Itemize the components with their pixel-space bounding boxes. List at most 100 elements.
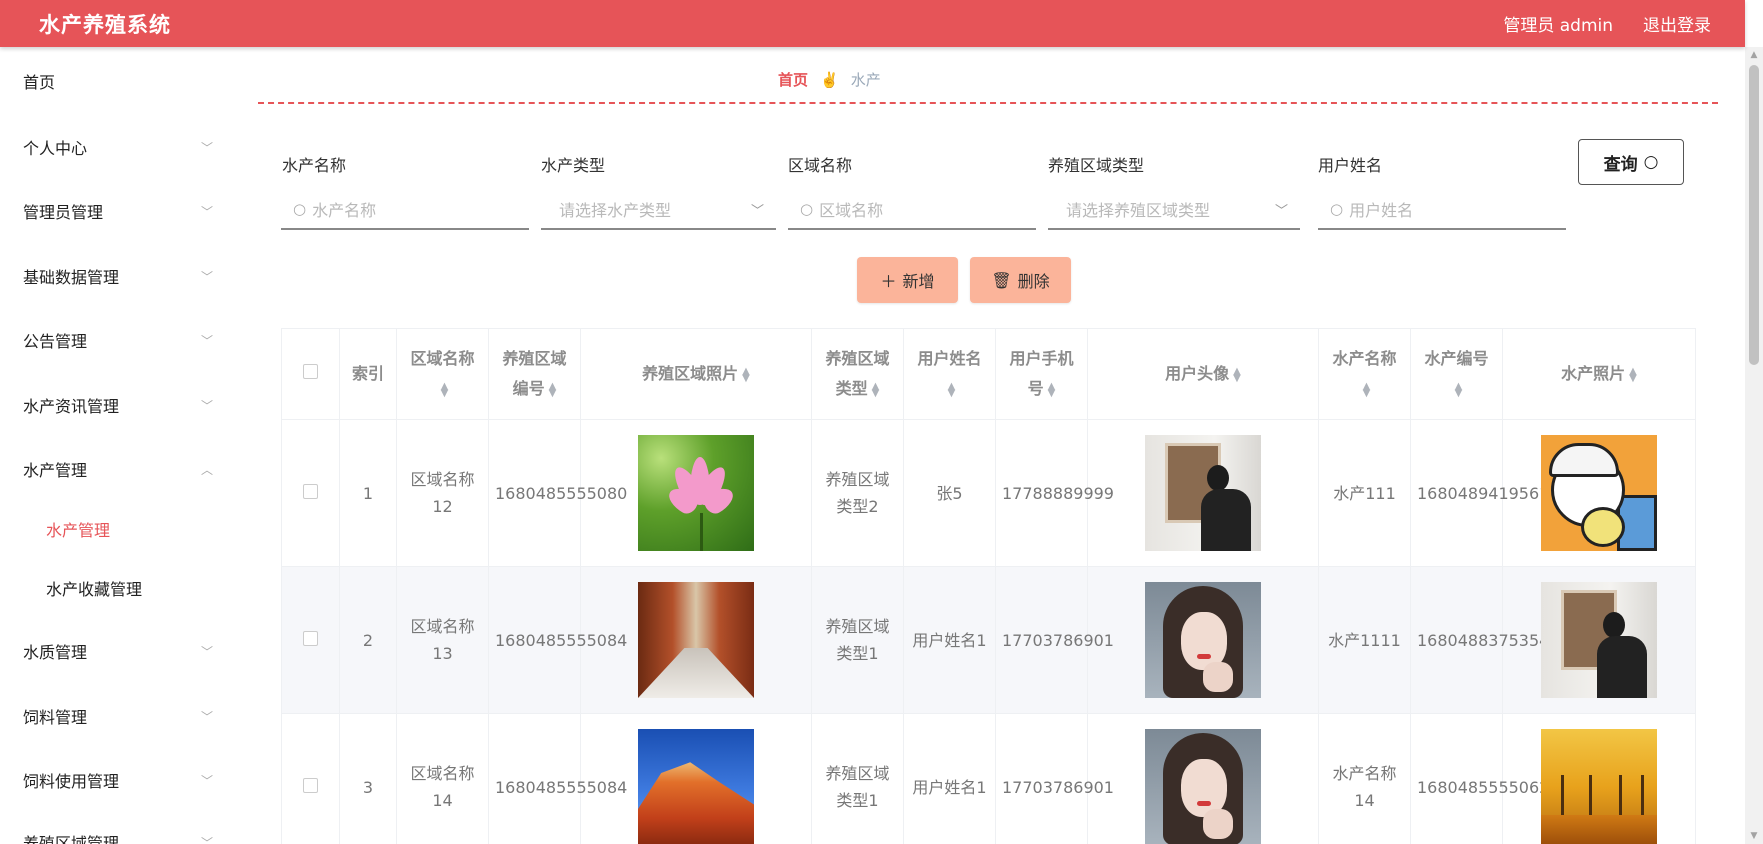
- search-icon: ○: [1330, 200, 1344, 218]
- scroll-down-arrow-icon[interactable]: ▼: [1745, 828, 1763, 844]
- sidebar-item-base-data-management[interactable]: 基础数据管理 ﹀: [23, 264, 213, 288]
- farming-area-type-label: 养殖区域类型: [1048, 156, 1145, 175]
- col-header-aqua-name[interactable]: 水产名称 ▲ ▼: [1318, 328, 1411, 420]
- cell-user-name: 张5: [903, 419, 996, 567]
- sidebar-item-personal-center[interactable]: 个人中心 ﹀: [23, 135, 213, 159]
- girl-portrait-image[interactable]: [1145, 582, 1261, 698]
- col-header-area-photo[interactable]: 养殖区域照片 ▲ ▼: [580, 328, 812, 420]
- farming-area-type-select[interactable]: 请选择养殖区域类型 ﹀: [1048, 190, 1300, 230]
- sidebar-item-aqua-management[interactable]: 水产管理 ︿: [23, 457, 213, 481]
- area-name-input[interactable]: ○ 区域名称: [788, 190, 1036, 230]
- col-header-aqua-photo[interactable]: 水产照片 ▲ ▼: [1502, 328, 1696, 420]
- sidebar-item-label: 首页: [23, 73, 56, 92]
- aqua-name-input[interactable]: ○ 水产名称: [281, 190, 529, 230]
- chevron-up-icon: ︿: [200, 462, 213, 477]
- sort-icon[interactable]: ▲ ▼: [1455, 381, 1463, 398]
- table-row[interactable]: 3 区域名称14 1680485555084 养殖区域类型1 用户姓名1 177…: [281, 713, 1696, 844]
- breadcrumb-divider: [258, 102, 1718, 104]
- cartoon-image[interactable]: [1541, 435, 1657, 551]
- col-header-area-no[interactable]: 养殖区域编号 ▲ ▼: [488, 328, 581, 420]
- sidebar-item-admin-management[interactable]: 管理员管理 ﹀: [23, 199, 213, 223]
- col-header-area-name[interactable]: 区域名称 ▲ ▼: [396, 328, 489, 420]
- select-all-cell[interactable]: [281, 328, 340, 420]
- search-icon: ○: [293, 200, 307, 218]
- cell-avatar: [1087, 419, 1319, 567]
- sort-icon[interactable]: ▲ ▼: [549, 381, 557, 398]
- sidebar-item-home[interactable]: 首页: [23, 69, 213, 93]
- add-button[interactable]: ＋ 新增: [857, 257, 958, 303]
- col-header-user-phone[interactable]: 用户手机号 ▲ ▼: [995, 328, 1088, 420]
- sidebar-item-label: 水产资讯管理: [23, 397, 120, 416]
- sketch-person-image[interactable]: [1145, 435, 1261, 551]
- sort-icon[interactable]: ▲ ▼: [1048, 381, 1056, 398]
- girl-portrait-image[interactable]: [1145, 729, 1261, 844]
- aqua-type-label: 水产类型: [541, 156, 606, 175]
- sidebar-item-feed-usage-management[interactable]: 饲料使用管理 ﹀: [23, 768, 213, 792]
- header-user-area: 管理员 admin 退出登录: [1503, 11, 1711, 36]
- chevron-down-icon: ﹀: [750, 203, 764, 219]
- user-name-input[interactable]: ○ 用户姓名: [1318, 190, 1566, 230]
- chevron-down-icon: ﹀: [200, 773, 213, 788]
- row-checkbox[interactable]: [303, 483, 318, 499]
- sort-icon[interactable]: ▲ ▼: [1363, 381, 1371, 398]
- aqua-type-placeholder: 请选择水产类型: [559, 201, 672, 220]
- scroll-up-arrow-icon[interactable]: ▲: [1745, 47, 1763, 63]
- sort-icon[interactable]: ▲ ▼: [742, 366, 750, 383]
- scrollbar-thumb[interactable]: [1749, 65, 1759, 365]
- area-name-label: 区域名称: [788, 156, 853, 175]
- row-checkbox[interactable]: [303, 630, 318, 646]
- cell-area-no: 1680485555084: [488, 566, 627, 714]
- table-row[interactable]: 1 区域名称12 1680485555080 养殖区域类型2 张5 177888…: [281, 419, 1696, 567]
- top-header: 水产养殖系统 管理员 admin 退出登录: [0, 0, 1745, 47]
- mountain-image[interactable]: [638, 729, 754, 844]
- cell-aqua-no: 1680489419561: [1410, 419, 1549, 567]
- sort-icon[interactable]: ▲ ▼: [948, 381, 956, 398]
- row-select-cell[interactable]: [281, 566, 340, 714]
- sidebar-item-feed-management[interactable]: 饲料管理 ﹀: [23, 704, 213, 728]
- page-scrollbar[interactable]: ▲ ▼: [1745, 47, 1763, 844]
- col-header-aqua-no[interactable]: 水产编号 ▲ ▼: [1410, 328, 1503, 420]
- sort-icon[interactable]: ▲ ▼: [1233, 366, 1241, 383]
- col-header-avatar[interactable]: 用户头像 ▲ ▼: [1087, 328, 1319, 420]
- sketch-person-image[interactable]: [1541, 582, 1657, 698]
- cell-user-name: 用户姓名1: [903, 566, 996, 714]
- sidebar-subitem-aqua-management[interactable]: 水产管理: [46, 517, 110, 541]
- sidebar-item-label: 养殖区域管理: [23, 834, 120, 844]
- query-button[interactable]: 查询 ○: [1578, 139, 1684, 185]
- chevron-down-icon: ﹀: [200, 644, 213, 659]
- chevron-down-icon: ﹀: [200, 269, 213, 284]
- table-header-row: 索引 区域名称 ▲ ▼ 养殖区域编号 ▲ ▼ 养殖区域照片 ▲ ▼ 养殖区域类型 ▲ ▼ 用户姓…: [281, 328, 1696, 420]
- delete-button[interactable]: 🗑 删除: [970, 257, 1071, 303]
- sort-icon[interactable]: ▲ ▼: [441, 381, 449, 398]
- chevron-down-icon: ﹀: [200, 835, 213, 844]
- table-row[interactable]: 2 区域名称13 1680485555084 养殖区域类型1 用户姓名1 177…: [281, 566, 1696, 714]
- autumn-trees-image[interactable]: [1541, 729, 1657, 844]
- sort-icon[interactable]: ▲ ▼: [1629, 366, 1637, 383]
- corridor-image[interactable]: [638, 582, 754, 698]
- row-checkbox[interactable]: [303, 777, 318, 793]
- aqua-type-select[interactable]: 请选择水产类型 ﹀: [541, 190, 776, 230]
- row-select-cell[interactable]: [281, 713, 340, 844]
- trash-icon: 🗑: [991, 270, 1012, 290]
- sidebar-item-notice-management[interactable]: 公告管理 ﹀: [23, 328, 213, 352]
- select-all-checkbox[interactable]: [303, 364, 318, 379]
- aqua-name-placeholder: 水产名称: [312, 201, 377, 220]
- breadcrumb-home[interactable]: 首页: [778, 69, 808, 90]
- chevron-down-icon: ﹀: [200, 140, 213, 155]
- cell-avatar: [1087, 566, 1319, 714]
- user-name-placeholder: 用户姓名: [1349, 201, 1414, 220]
- sidebar-subitem-aqua-favorites[interactable]: 水产收藏管理: [46, 576, 142, 600]
- sidebar-item-water-quality-management[interactable]: 水质管理 ﹀: [23, 639, 213, 663]
- col-header-area-type[interactable]: 养殖区域类型 ▲ ▼: [811, 328, 904, 420]
- cell-user-phone: 17703786901: [995, 566, 1114, 714]
- logout-button[interactable]: 退出登录: [1643, 11, 1711, 36]
- lotus-image[interactable]: [638, 435, 754, 551]
- row-select-cell[interactable]: [281, 419, 340, 567]
- cell-area-name: 区域名称14: [396, 713, 489, 844]
- sidebar-item-label: 水质管理: [23, 643, 88, 662]
- current-user-label[interactable]: 管理员 admin: [1503, 11, 1613, 36]
- sidebar-item-aqua-news-management[interactable]: 水产资讯管理 ﹀: [23, 393, 213, 417]
- sidebar-item-farming-area-management[interactable]: 养殖区域管理 ﹀: [23, 830, 213, 844]
- sort-icon[interactable]: ▲ ▼: [872, 381, 880, 398]
- col-header-user-name[interactable]: 用户姓名 ▲ ▼: [903, 328, 996, 420]
